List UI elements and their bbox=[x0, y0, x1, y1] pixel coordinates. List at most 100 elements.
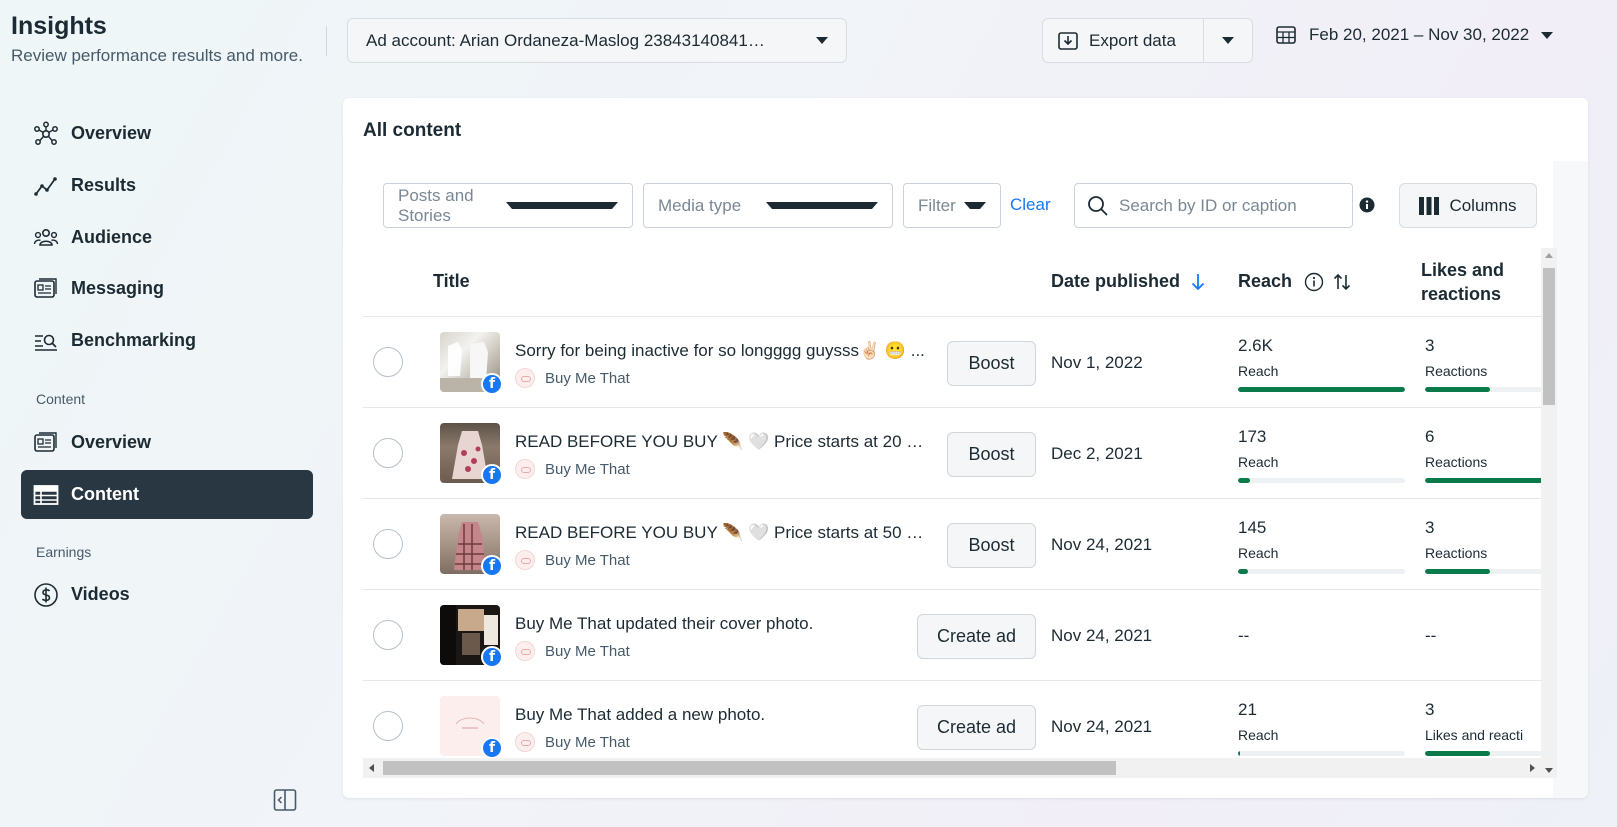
sidebar-item-content-overview[interactable]: Overview bbox=[21, 418, 313, 467]
post-caption[interactable]: READ BEFORE YOU BUY 🪶 🤍 Price starts at … bbox=[515, 432, 933, 452]
search-input[interactable] bbox=[1119, 195, 1340, 216]
sidebar-section-earnings: Earnings bbox=[36, 544, 92, 560]
clear-filters-link[interactable]: Clear bbox=[1010, 195, 1051, 215]
reactions-bar-fill bbox=[1425, 478, 1554, 483]
column-header-likes-reactions[interactable]: Likes and reactions bbox=[1421, 258, 1504, 306]
page-avatar bbox=[515, 732, 535, 752]
ad-account-label: Ad account: Arian Ordaneza-Maslog 238431… bbox=[366, 30, 765, 50]
table-row[interactable]: f Sorry for being inactive for so longgg… bbox=[363, 317, 1554, 408]
info-icon[interactable] bbox=[1359, 197, 1375, 213]
horizontal-scroll-thumb[interactable] bbox=[383, 761, 1116, 775]
reactions-bar bbox=[1425, 387, 1554, 392]
reach-bar bbox=[1238, 387, 1405, 392]
chevron-down-icon bbox=[1541, 31, 1554, 39]
post-caption[interactable]: Buy Me That added a new photo. bbox=[515, 705, 895, 725]
reach-value: 145 bbox=[1238, 518, 1267, 537]
vertical-scroll-thumb[interactable] bbox=[1543, 268, 1555, 405]
page-name: Buy Me That bbox=[545, 551, 630, 569]
row-select-radio[interactable] bbox=[373, 620, 403, 650]
create-ad-button[interactable]: Create ad bbox=[917, 705, 1036, 750]
reach-value: 21 bbox=[1238, 700, 1257, 719]
page-attribution: Buy Me That bbox=[515, 550, 630, 570]
column-header-reach[interactable]: Reach bbox=[1238, 271, 1352, 292]
page-avatar bbox=[515, 641, 535, 661]
page-name: Buy Me That bbox=[545, 642, 630, 660]
vertical-scrollbar[interactable] bbox=[1541, 248, 1557, 778]
reactions-value: 6 bbox=[1425, 427, 1435, 446]
columns-button[interactable]: Columns bbox=[1399, 183, 1537, 228]
dropdown-label: Posts and Stories bbox=[398, 185, 474, 225]
export-options-dropdown[interactable] bbox=[1204, 19, 1252, 62]
sidebar-section-content: Content bbox=[36, 391, 86, 407]
reach-bar-fill bbox=[1238, 478, 1250, 483]
columns-icon bbox=[1419, 196, 1440, 215]
create-ad-button[interactable]: Create ad bbox=[917, 614, 1036, 659]
row-select-radio[interactable] bbox=[373, 711, 403, 741]
sidebar-item-results[interactable]: Results bbox=[21, 161, 313, 210]
post-caption[interactable]: READ BEFORE YOU BUY 🪶 🤍 Price starts at … bbox=[515, 523, 933, 543]
collapse-sidebar-button[interactable] bbox=[273, 788, 297, 817]
table-row[interactable]: f READ BEFORE YOU BUY 🪶 🤍 Price starts a… bbox=[363, 499, 1554, 590]
scroll-strip bbox=[1553, 161, 1588, 798]
sidebar-item-label: Content bbox=[71, 484, 139, 504]
table-row[interactable]: f Buy Me That updated their cover photo.… bbox=[363, 590, 1554, 681]
reactions-label: Likes and reacti bbox=[1425, 727, 1524, 743]
row-select-radio[interactable] bbox=[373, 438, 403, 468]
media-type-dropdown[interactable]: Media type bbox=[643, 183, 893, 228]
scroll-right-arrow-icon[interactable] bbox=[1530, 764, 1535, 772]
sidebar-item-videos[interactable]: Videos bbox=[21, 570, 313, 619]
sidebar-item-benchmarking[interactable]: Benchmarking bbox=[21, 316, 313, 365]
all-content-card: All content Posts and Stories Media type… bbox=[343, 98, 1588, 798]
sidebar-item-label: Overview bbox=[71, 432, 152, 452]
date-published: Nov 24, 2021 bbox=[1051, 626, 1153, 645]
boost-button[interactable]: Boost bbox=[947, 523, 1036, 568]
reactions-value: -- bbox=[1425, 626, 1437, 645]
sort-down-arrow-icon bbox=[1191, 273, 1205, 290]
row-select-radio[interactable] bbox=[373, 347, 403, 377]
sidebar-item-label: Audience bbox=[71, 227, 153, 247]
reactions-bar bbox=[1425, 569, 1554, 574]
reactions-label: Reactions bbox=[1425, 454, 1488, 470]
column-header-label: Reach bbox=[1238, 271, 1293, 291]
page-name: Buy Me That bbox=[545, 460, 630, 478]
boost-button[interactable]: Boost bbox=[947, 432, 1036, 477]
sidebar-item-overview[interactable]: Overview bbox=[21, 109, 313, 158]
sidebar-item-audience[interactable]: Audience bbox=[21, 213, 313, 262]
chevron-down-icon bbox=[766, 202, 878, 209]
ad-account-selector[interactable]: Ad account: Arian Ordaneza-Maslog 238431… bbox=[347, 18, 847, 63]
table-row[interactable]: f READ BEFORE YOU BUY 🪶 🤍 Price starts a… bbox=[363, 408, 1554, 499]
row-select-radio[interactable] bbox=[373, 529, 403, 559]
posts-stories-dropdown[interactable]: Posts and Stories bbox=[383, 183, 633, 228]
reach-bar bbox=[1238, 569, 1405, 574]
facebook-icon: f bbox=[481, 737, 503, 759]
filter-dropdown[interactable]: Filter bbox=[903, 183, 1001, 228]
post-caption[interactable]: Buy Me That updated their cover photo. bbox=[515, 614, 895, 634]
audience-people-icon bbox=[33, 228, 59, 246]
export-icon bbox=[1058, 31, 1078, 50]
info-outline-icon bbox=[1304, 272, 1324, 291]
card-title: All content bbox=[363, 120, 462, 141]
date-range-picker[interactable]: Feb 20, 2021 – Nov 30, 2022 bbox=[1275, 24, 1554, 46]
column-header-date-published[interactable]: Date published bbox=[1051, 271, 1206, 292]
sidebar-item-messaging[interactable]: Messaging bbox=[21, 264, 313, 313]
page-avatar bbox=[515, 550, 535, 570]
date-published: Nov 1, 2022 bbox=[1051, 353, 1143, 372]
page-attribution: Buy Me That bbox=[515, 732, 630, 752]
page-attribution: Buy Me That bbox=[515, 368, 630, 388]
horizontal-scrollbar[interactable] bbox=[363, 758, 1541, 778]
header-divider bbox=[326, 26, 327, 56]
scroll-down-arrow-icon[interactable] bbox=[1545, 768, 1553, 773]
date-published: Nov 24, 2021 bbox=[1051, 535, 1153, 554]
scroll-up-arrow-icon[interactable] bbox=[1545, 253, 1553, 258]
column-header-title[interactable]: Title bbox=[433, 271, 470, 292]
export-data-button[interactable]: Export data bbox=[1043, 19, 1204, 62]
boost-button[interactable]: Boost bbox=[947, 341, 1036, 386]
messaging-icon bbox=[34, 277, 57, 298]
search-icon bbox=[1088, 195, 1108, 216]
sidebar-item-label: Overview bbox=[71, 123, 152, 143]
date-published: Dec 2, 2021 bbox=[1051, 444, 1143, 463]
sidebar-item-content[interactable]: Content bbox=[21, 470, 313, 519]
reactions-bar-fill bbox=[1425, 569, 1490, 574]
post-caption[interactable]: Sorry for being inactive for so longggg … bbox=[515, 341, 933, 361]
scroll-left-arrow-icon[interactable] bbox=[369, 764, 374, 772]
